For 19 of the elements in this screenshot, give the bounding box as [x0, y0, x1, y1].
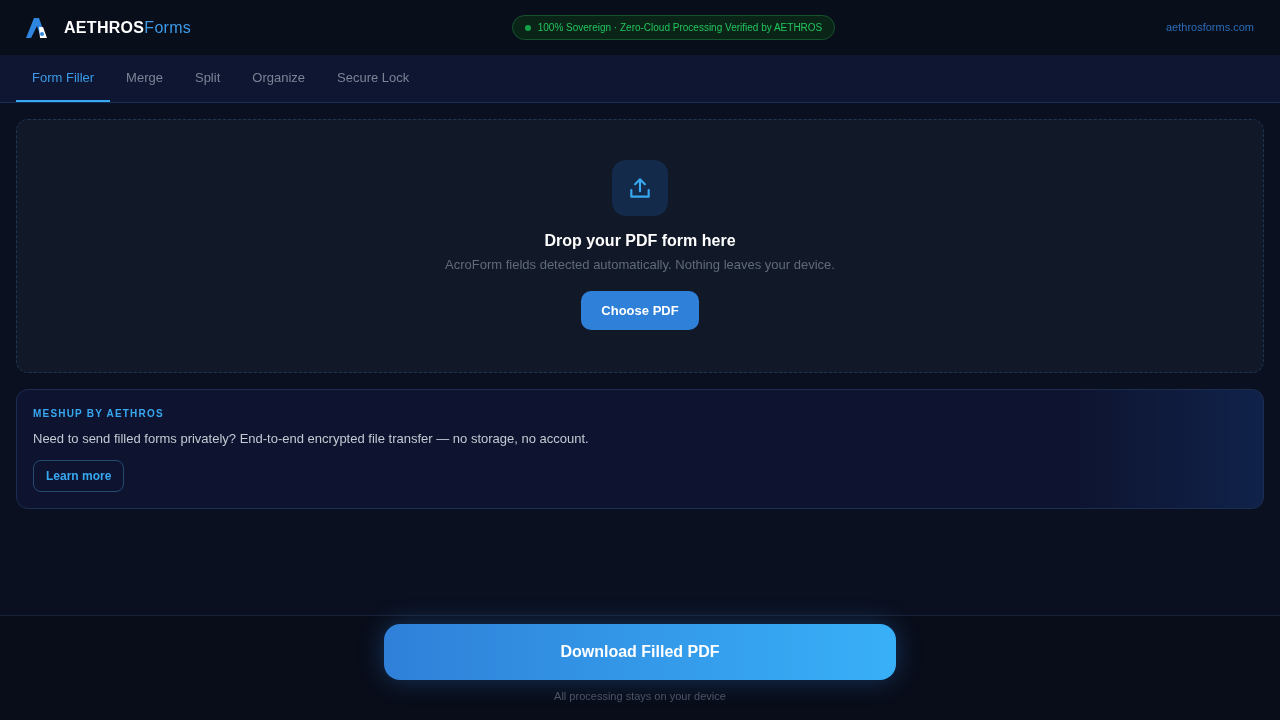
drop-zone-subtitle: AcroForm fields detected automatically. Nothing leaves your device.	[445, 256, 835, 274]
upload-icon	[612, 160, 668, 216]
download-button[interactable]: Download Filled PDF	[384, 624, 896, 680]
promo-text: Need to send filled forms privately? End-to-end encrypted file transfer — no storage, no account.	[33, 430, 590, 448]
tab[interactable]: Form Filler	[16, 55, 111, 102]
tab[interactable]: Secure Lock	[321, 55, 426, 102]
drop-zone-title: Drop your PDF form here	[544, 231, 736, 251]
promo-eyebrow: MESHUP BY AETHROS	[33, 407, 165, 421]
drop-zone[interactable]: Drop your PDF form here AcroForm fields detected automatically. Nothing leaves your device. Choose PDF	[16, 119, 1264, 373]
footer-caption: All processing stays on your device	[554, 689, 726, 703]
logo-text: AETHROSForms	[64, 17, 192, 38]
website-link[interactable]: aethrosforms.com	[1165, 19, 1254, 36]
tab[interactable]: Organize	[236, 55, 321, 102]
badge-text: 100% Sovereign · Zero-Cloud Processing Verified by AETHROS	[537, 21, 823, 35]
tab[interactable]: Merge	[110, 55, 179, 102]
tab[interactable]: Split	[178, 55, 237, 102]
choose-pdf-button[interactable]: Choose PDF	[581, 291, 699, 330]
learn-more-button[interactable]: Learn more	[33, 460, 125, 492]
logo-icon	[26, 17, 48, 38]
